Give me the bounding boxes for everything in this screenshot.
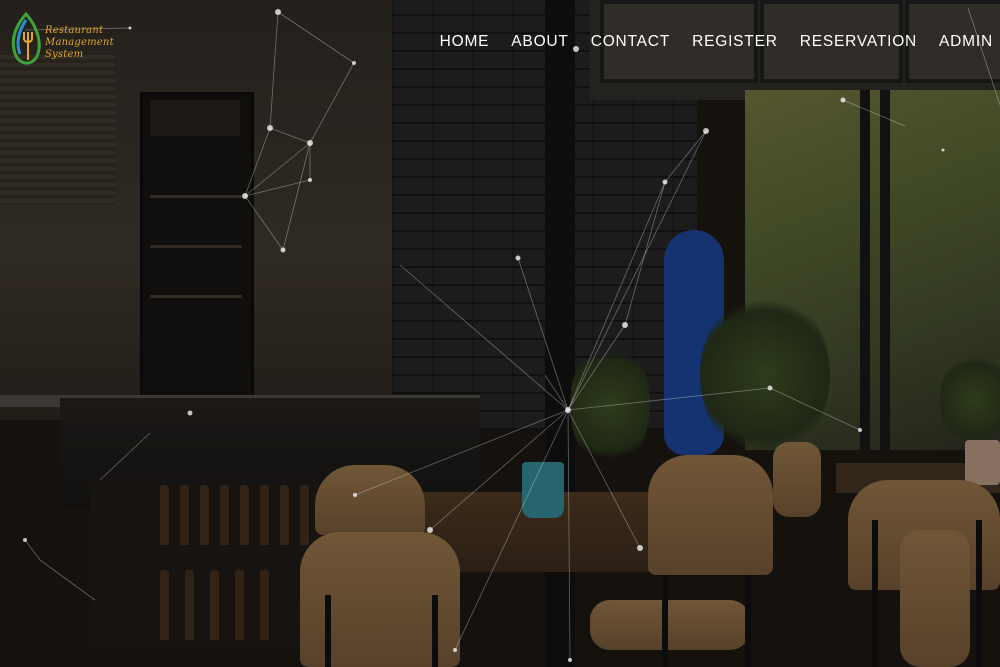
logo-line: System (45, 49, 84, 60)
logo-text: Restaurant Management System (45, 25, 114, 61)
leaf-spoon-fork-icon (11, 11, 41, 65)
nav-register[interactable]: REGISTER (692, 33, 778, 51)
logo-line: Management (45, 37, 114, 48)
particle-network (23, 7, 1000, 662)
logo-line: Restaurant (45, 25, 104, 36)
nav-about[interactable]: ABOUT (511, 33, 568, 51)
main-nav: HOME ABOUT CONTACT REGISTER RESERVATION … (418, 33, 993, 51)
nav-contact[interactable]: CONTACT (591, 33, 670, 51)
site-logo[interactable]: Restaurant Management System (8, 10, 133, 72)
nav-home[interactable]: HOME (440, 33, 490, 51)
nav-reservation[interactable]: RESERVATION (800, 33, 917, 51)
nav-admin[interactable]: ADMIN (939, 33, 993, 51)
